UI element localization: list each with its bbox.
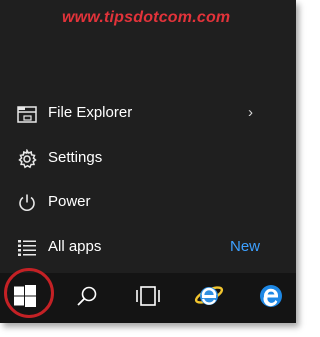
menu-item-all-apps[interactable]: All apps New — [0, 227, 296, 267]
file-explorer-icon — [16, 103, 38, 125]
start-button[interactable] — [0, 273, 50, 323]
menu-item-label: Settings — [48, 149, 103, 166]
internet-explorer-icon — [194, 282, 224, 315]
menu-item-label: Power — [48, 193, 91, 210]
new-badge: New — [230, 238, 261, 255]
edge-button[interactable] — [246, 273, 296, 323]
task-view-button[interactable] — [123, 273, 173, 323]
taskbar — [0, 273, 296, 323]
power-icon — [16, 192, 38, 214]
search-button[interactable] — [62, 273, 112, 323]
menu-item-power[interactable]: Power — [0, 182, 296, 222]
search-icon — [76, 285, 98, 312]
edge-icon — [259, 284, 283, 313]
windows-start-icon — [14, 284, 36, 312]
list-icon — [16, 237, 38, 259]
gear-icon — [16, 148, 38, 170]
menu-item-label: All apps — [48, 238, 102, 255]
watermark: www.tipsdotcom.com — [62, 9, 231, 26]
menu-item-file-explorer[interactable]: File Explorer › — [0, 93, 296, 133]
menu-item-settings[interactable]: Settings — [0, 138, 296, 178]
menu-item-label: File Explorer — [48, 104, 133, 121]
chevron-right-icon[interactable]: › — [248, 104, 253, 121]
internet-explorer-button[interactable] — [184, 273, 234, 323]
start-menu-frame: www.tipsdotcom.com File Explorer › Setti… — [0, 0, 296, 323]
task-view-icon — [135, 285, 161, 312]
